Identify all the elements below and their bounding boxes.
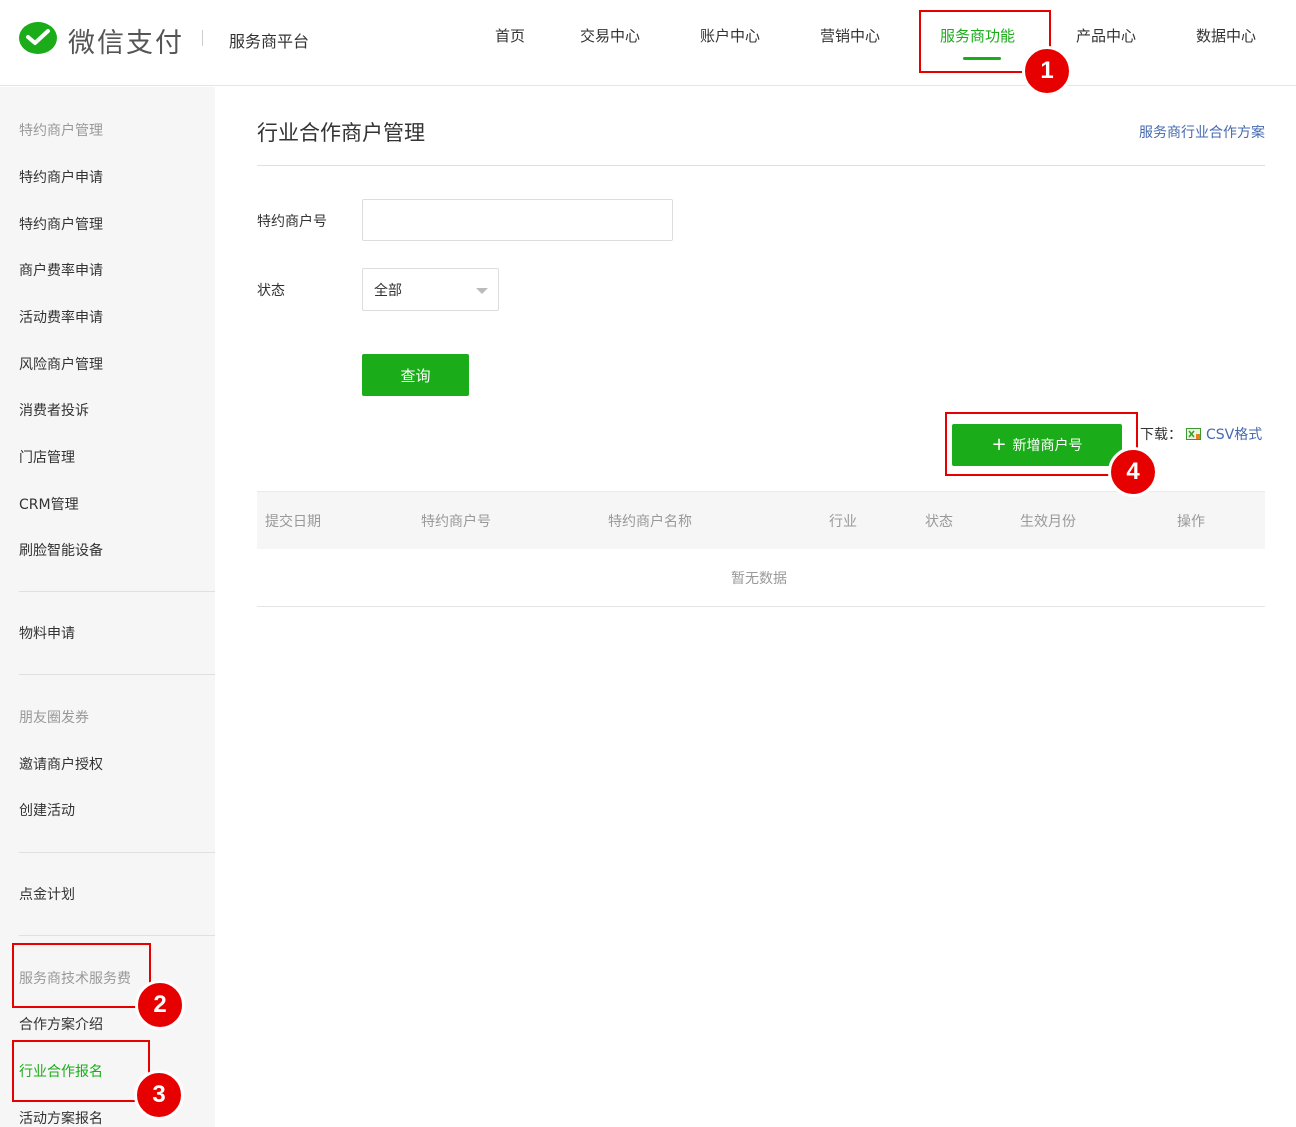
wechat-pay-logo-icon [19,22,57,54]
nav-products[interactable]: 产品中心 [1076,25,1136,46]
page-title: 行业合作商户管理 [257,121,425,145]
annotation-box-sidebar-group [12,943,151,1008]
nav-marketing[interactable]: 营销中心 [820,25,880,46]
sidebar-item-complaints[interactable]: 消费者投诉 [19,400,89,420]
annotation-badge-2: 2 [135,980,185,1030]
annotation-badge-1: 1 [1022,46,1072,96]
status-label: 状态 [257,283,285,299]
column-merchant-name: 特约商户名称 [608,514,692,530]
csv-download-link[interactable]: CSV格式 [1206,424,1262,444]
query-button-label: 查询 [400,366,431,385]
nav-home[interactable]: 首页 [495,25,525,46]
header-divider [202,30,203,46]
sidebar-item-activity-rate[interactable]: 活动费率申请 [19,307,103,327]
industry-cooperation-plan-link[interactable]: 服务商行业合作方案 [1139,122,1265,142]
wechat-pay-logo[interactable]: 微信支付 [18,20,184,60]
sidebar-item-rate-apply[interactable]: 商户费率申请 [19,260,103,280]
column-merchant-no: 特约商户号 [421,514,491,530]
sidebar-divider [19,674,215,675]
sidebar-divider [19,852,215,853]
merchant-no-label: 特约商户号 [257,214,327,230]
status-select-value: 全部 [374,283,402,299]
sidebar-item-risk-merchants[interactable]: 风险商户管理 [19,354,103,374]
table-header: 提交日期 特约商户号 特约商户名称 行业 状态 生效月份 操作 [257,491,1265,549]
query-button[interactable]: 查询 [362,354,469,396]
annotation-badge-4: 4 [1108,447,1158,497]
sidebar-item-merchant-apply[interactable]: 特约商户申请 [19,167,103,187]
title-divider [257,165,1265,166]
download-label: 下载： [1140,427,1182,443]
sidebar-item-cooperation-intro[interactable]: 合作方案介绍 [19,1014,103,1034]
sidebar-group-moments-coupons: 朋友圈发券 [19,710,89,726]
sidebar-item-gold-plan[interactable]: 点金计划 [19,884,75,904]
sidebar-item-merchant-manage[interactable]: 特约商户管理 [19,214,103,234]
sidebar-divider [19,591,215,592]
annotation-box-sidebar-item [12,1040,150,1102]
column-effective-month: 生效月份 [1020,514,1076,530]
nav-transactions[interactable]: 交易中心 [580,25,640,46]
status-select[interactable]: 全部 [362,268,499,311]
sidebar-item-face-devices[interactable]: 刷脸智能设备 [19,540,103,560]
column-industry: 行业 [829,514,857,530]
column-submit-date: 提交日期 [265,514,321,530]
sidebar-item-stores[interactable]: 门店管理 [19,447,75,467]
empty-state-text: 暂无数据 [731,571,787,587]
column-status: 状态 [925,514,953,530]
sidebar-group-merchant-management: 特约商户管理 [19,123,103,139]
download-area: 下载： CSV格式 [1140,424,1262,444]
sidebar-divider [19,935,215,936]
sidebar-item-materials[interactable]: 物料申请 [19,623,75,643]
platform-name: 服务商平台 [229,32,310,51]
column-actions: 操作 [1177,514,1205,530]
table-empty-row: 暂无数据 [257,549,1265,607]
sidebar-item-invite-auth[interactable]: 邀请商户授权 [19,754,103,774]
sidebar-item-activity-signup[interactable]: 活动方案报名 [19,1108,103,1127]
spreadsheet-icon [1186,428,1201,440]
caret-down-icon [476,288,488,294]
nav-data[interactable]: 数据中心 [1196,25,1256,46]
brand-name: 微信支付 [68,27,184,59]
sidebar-item-crm[interactable]: CRM管理 [19,494,79,514]
merchant-no-input[interactable] [362,199,673,241]
sidebar-item-create-activity[interactable]: 创建活动 [19,800,75,820]
annotation-badge-3: 3 [134,1070,184,1120]
nav-account[interactable]: 账户中心 [700,25,760,46]
top-header: 微信支付 服务商平台 首页 交易中心 账户中心 营销中心 服务商功能 产品中心 … [0,0,1296,86]
